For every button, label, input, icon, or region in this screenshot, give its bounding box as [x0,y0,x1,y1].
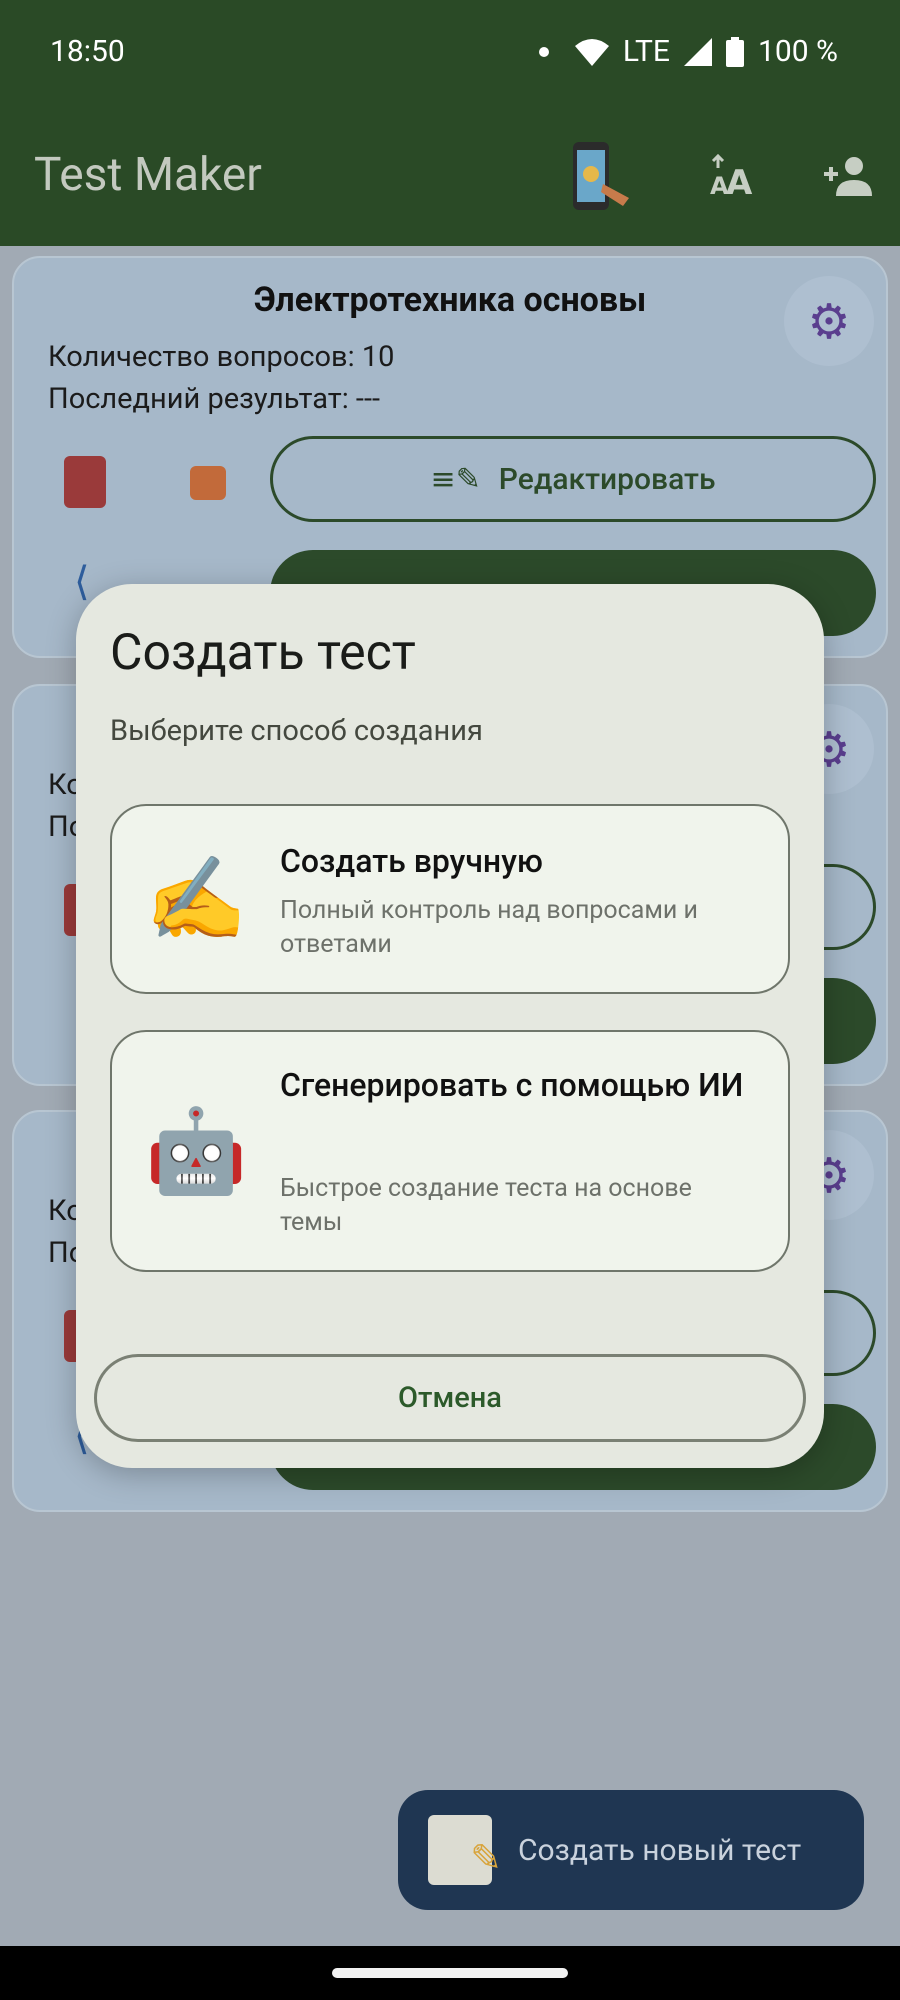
status-time: 18:50 [50,34,125,69]
unlock-icon[interactable] [190,466,226,500]
svg-text:A: A [726,163,753,198]
notification-dot-icon [538,46,549,57]
last-result: Последний результат: --- [48,382,380,416]
home-gesture-handle[interactable] [332,1968,568,1978]
create-test-fab[interactable]: Создать новый тест [398,1790,864,1910]
option-description: Быстрое создание теста на основе темы [280,1174,692,1237]
app-title: Test Maker [34,148,262,202]
gear-icon[interactable]: ⚙ [784,276,874,366]
battery-level: 100 % [758,34,838,69]
fab-label: Создать новый тест [518,1832,802,1868]
status-icons: LTE 100 % [538,34,838,69]
option-title: Сгенерировать с помощью ИИ [280,1066,744,1104]
create-manually-option[interactable]: ✍️ Создать вручную Полный контроль над в… [110,804,790,994]
phone-quiz-icon[interactable] [566,140,638,212]
edit-button[interactable]: ≡✎ Редактировать [270,436,876,522]
cancel-button[interactable]: Отмена [94,1354,806,1442]
text-size-icon[interactable]: AA [698,140,770,212]
signal-icon [684,37,712,66]
share-icon[interactable]: ⟨ [74,558,90,605]
notepad-pencil-icon [428,1815,502,1885]
status-bar: 18:50 LTE 100 % [0,0,900,104]
dialog-subtitle: Выберите способ создания [110,714,483,748]
writing-hand-icon: ✍️ [144,852,248,948]
battery-icon [726,36,744,67]
delete-icon[interactable] [64,456,106,508]
questions-count: Количество вопросов: 10 [48,340,395,374]
app-bar: Test Maker AA [0,104,900,246]
network-type: LTE [622,34,670,69]
option-title: Создать вручную [280,842,543,880]
navigation-bar [0,1946,900,2000]
dialog-title: Создать тест [110,624,416,682]
edit-button-label: Редактировать [498,461,716,497]
option-description: Полный контроль над вопросами и ответами [280,896,698,959]
add-user-icon[interactable] [812,140,884,212]
generate-ai-option[interactable]: 🤖 Сгенерировать с помощью ИИ Быстрое соз… [110,1030,790,1272]
wifi-icon [574,38,609,66]
robot-icon: 🤖 [144,1104,248,1200]
edit-note-icon: ≡✎ [430,461,481,497]
create-test-dialog: Создать тест Выберите способ создания ✍️… [76,584,824,1468]
test-name: Электротехника основы [253,280,647,320]
